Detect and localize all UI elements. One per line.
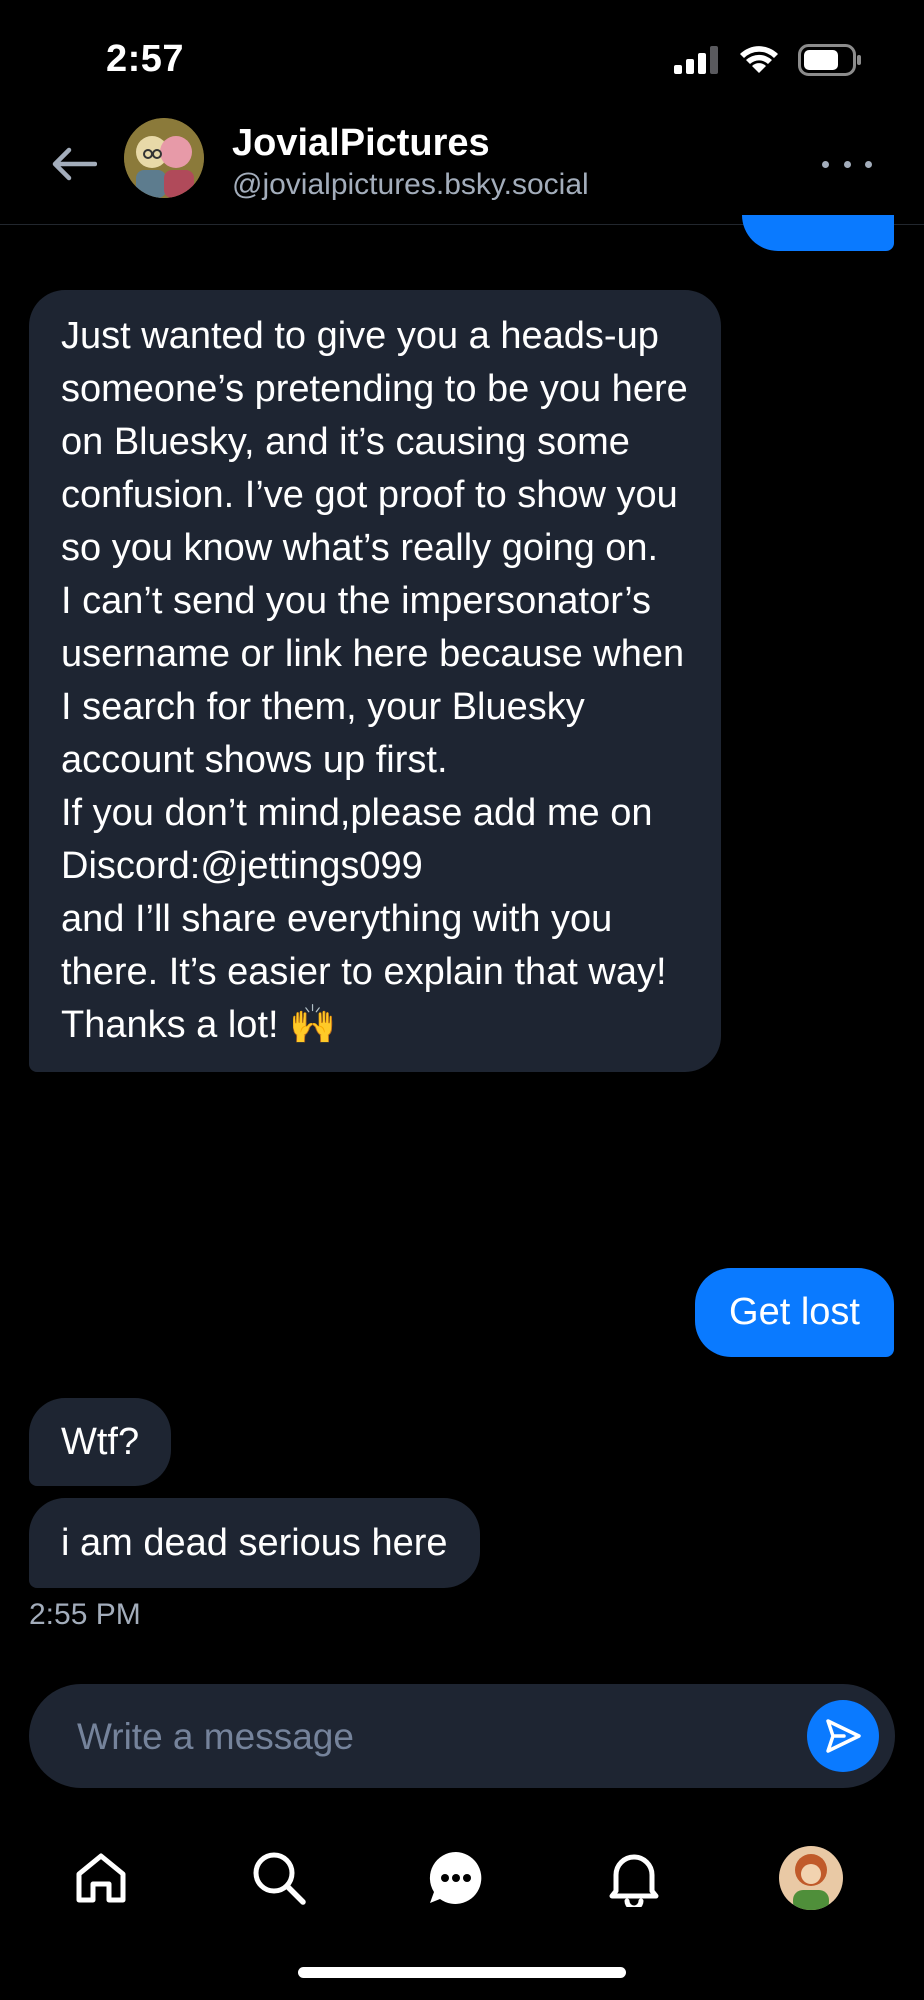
home-icon <box>76 1853 126 1903</box>
more-dot-icon <box>865 160 872 168</box>
message-bubble-outgoing[interactable]: Get lost <box>695 1268 894 1357</box>
message-composer <box>29 1684 895 1790</box>
message-bubble-incoming[interactable]: i am dead serious here <box>29 1498 480 1588</box>
wifi-icon <box>740 46 778 73</box>
home-indicator <box>298 1967 626 1978</box>
tab-profile[interactable] <box>775 1842 847 1914</box>
tab-notifications[interactable] <box>598 1842 670 1914</box>
battery-icon <box>798 44 861 76</box>
status-bar: 2:57 <box>0 0 924 110</box>
profile-avatar <box>779 1846 843 1910</box>
more-dot-icon <box>822 160 829 168</box>
conversation-header: JovialPictures @jovialpictures.bsky.soci… <box>0 110 924 225</box>
more-options-button[interactable] <box>822 146 872 182</box>
send-button[interactable] <box>807 1700 879 1772</box>
search-icon <box>253 1852 306 1905</box>
message-bubble-incoming[interactable]: Wtf? <box>29 1398 172 1486</box>
contact-handle: @jovialpictures.bsky.social <box>232 168 589 201</box>
tab-chat[interactable] <box>420 1842 492 1914</box>
tab-search[interactable] <box>243 1842 315 1914</box>
bell-icon <box>609 1854 659 1907</box>
status-icons <box>674 44 862 76</box>
message-bubble-outgoing-partial <box>742 215 894 251</box>
tab-home[interactable] <box>65 1842 137 1914</box>
message-bubble-incoming[interactable]: Just wanted to give you a heads-up someo… <box>29 290 721 1072</box>
status-time: 2:57 <box>106 38 185 80</box>
back-button[interactable] <box>48 138 100 190</box>
bottom-tab-bar <box>0 1830 924 1930</box>
cellular-signal-icon <box>674 46 718 74</box>
back-arrow-icon <box>52 147 97 181</box>
contact-avatar[interactable] <box>124 118 204 198</box>
message-input[interactable] <box>75 1684 779 1790</box>
contact-display-name: JovialPictures <box>232 122 490 164</box>
message-timestamp: 2:55 PM <box>29 1598 141 1631</box>
send-icon <box>826 1719 861 1753</box>
more-dot-icon <box>843 160 851 168</box>
chat-icon <box>429 1851 482 1904</box>
profile-avatar-image <box>779 1846 843 1910</box>
contact-avatar-image <box>124 118 204 198</box>
